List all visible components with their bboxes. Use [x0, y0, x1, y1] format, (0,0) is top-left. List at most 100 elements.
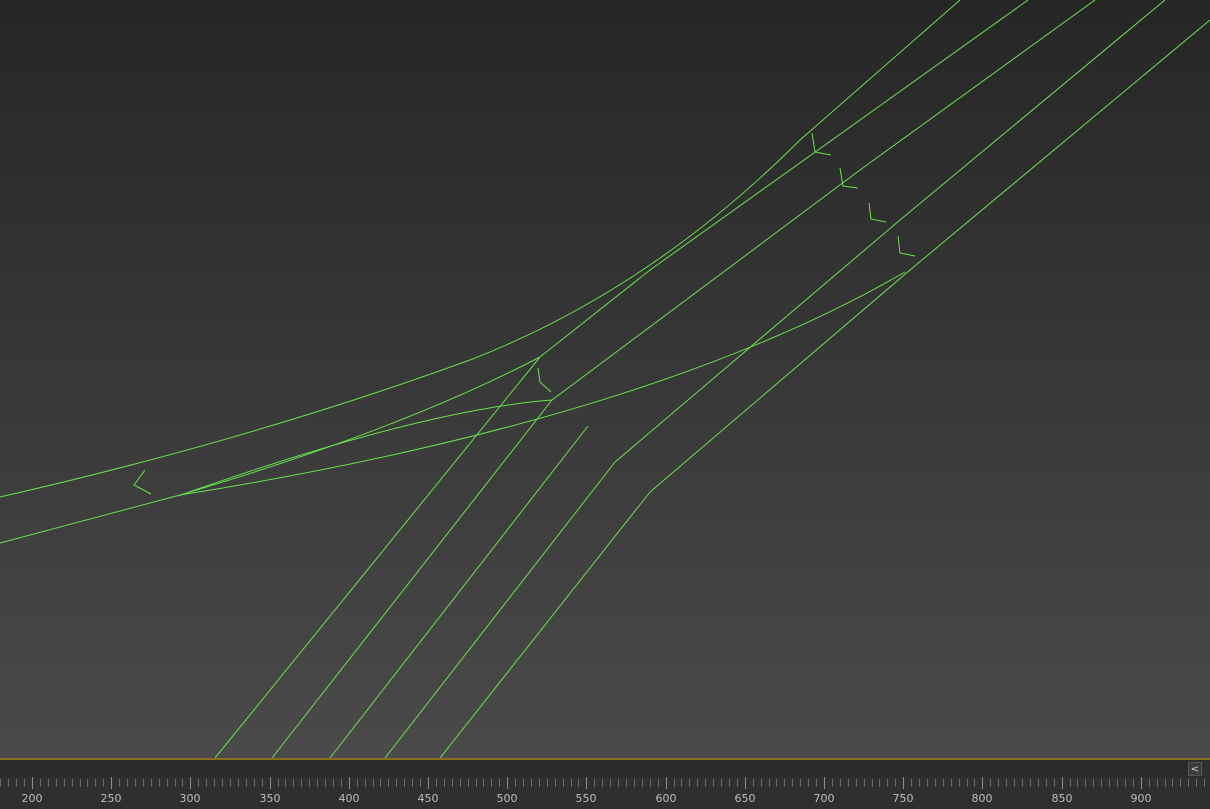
ruler-tick: [262, 779, 263, 787]
ruler-tick: [951, 779, 952, 787]
ruler-tick: [1006, 779, 1007, 787]
ruler-tick: [864, 779, 865, 787]
ruler-tick: [452, 779, 453, 787]
ruler-label: 650: [734, 792, 756, 805]
ruler-tick: [539, 779, 540, 787]
ruler-major-tick: [745, 777, 746, 789]
time-ruler[interactable]: 200 250 300 350 400 450 500 550 600 650 700 750 800 8…: [0, 777, 1210, 809]
ruler-label: 350: [259, 792, 281, 805]
direction-marker-icon: [897, 235, 916, 257]
spline-wireframe[interactable]: [0, 0, 1210, 758]
ruler-tick: [531, 779, 532, 787]
ruler-tick: [523, 779, 524, 787]
ruler-tick: [95, 779, 96, 787]
ruler-tick: [848, 779, 849, 787]
ruler-major-tick: [507, 777, 508, 789]
ruler-tick: [198, 779, 199, 787]
ruler-major-tick: [903, 777, 904, 789]
ruler-tick: [127, 779, 128, 787]
ruler-tick: [578, 779, 579, 787]
ruler-tick: [1172, 779, 1173, 787]
ruler-tick: [444, 779, 445, 787]
spline-lower-edge-1: [214, 356, 541, 758]
3d-viewport[interactable]: [0, 0, 1210, 758]
ruler-tick: [832, 779, 833, 787]
ruler-tick: [1180, 779, 1181, 787]
ruler-tick: [895, 779, 896, 787]
ruler-label: 900: [1130, 792, 1152, 805]
ruler-label: 800: [971, 792, 993, 805]
ruler-tick: [483, 779, 484, 787]
ruler-tick: [1014, 779, 1015, 787]
ruler-tick: [476, 779, 477, 787]
ruler-tick: [325, 779, 326, 787]
ruler-tick: [547, 779, 548, 787]
ruler-tick: [16, 779, 17, 787]
ruler-tick: [555, 779, 556, 787]
ruler-tick: [420, 779, 421, 787]
ruler-label: 300: [179, 792, 201, 805]
ruler-tick: [167, 779, 168, 787]
ruler-tick: [681, 779, 682, 787]
ruler-tick: [24, 779, 25, 787]
ruler-label: 450: [417, 792, 439, 805]
collapse-timeline-button[interactable]: <: [1188, 762, 1202, 776]
ruler-major-tick: [349, 777, 350, 789]
ruler-tick: [1149, 779, 1150, 787]
ruler-tick: [1093, 779, 1094, 787]
ruler-tick: [182, 779, 183, 787]
spline-road-edge-2: [0, 0, 1029, 544]
ruler-tick: [87, 779, 88, 787]
timeline-panel[interactable]: < 200 250 300 350 400 450 500 550 600 650 700 750 80…: [0, 760, 1210, 809]
ruler-tick: [674, 779, 675, 787]
ruler-tick: [808, 779, 809, 787]
ruler-label: 500: [496, 792, 518, 805]
direction-marker-icon: [133, 469, 152, 495]
ruler-tick: [935, 779, 936, 787]
ruler-major-tick: [1141, 777, 1142, 789]
ruler-tick: [650, 779, 651, 787]
ruler-tick: [1030, 779, 1031, 787]
ruler-tick: [254, 779, 255, 787]
ruler-tick: [175, 779, 176, 787]
ruler-tick: [285, 779, 286, 787]
ruler-tick: [879, 779, 880, 787]
ruler-tick: [1054, 779, 1055, 787]
ruler-major-tick: [1062, 777, 1063, 789]
spline-lower-edge-2: [271, 399, 553, 758]
ruler-tick: [753, 779, 754, 787]
ruler-tick: [1157, 779, 1158, 787]
ruler-tick: [1022, 779, 1023, 787]
ruler-tick: [872, 779, 873, 787]
ruler-tick: [998, 779, 999, 787]
ruler-tick: [56, 779, 57, 787]
ruler-tick: [1077, 779, 1078, 787]
ruler-tick: [642, 779, 643, 787]
ruler-tick: [1133, 779, 1134, 787]
ruler-tick: [238, 779, 239, 787]
ruler-tick: [713, 779, 714, 787]
ruler-label: 850: [1051, 792, 1073, 805]
spline-lower-edge-5: [439, 491, 651, 758]
ruler-tick: [333, 779, 334, 787]
timeline-track[interactable]: [0, 760, 1188, 777]
ruler-tick: [784, 779, 785, 787]
ruler-tick: [967, 779, 968, 787]
spline-lane-3: [177, 0, 1096, 497]
ruler-tick: [499, 779, 500, 787]
ruler-tick: [72, 779, 73, 787]
ruler-tick: [737, 779, 738, 787]
ruler-tick: [293, 779, 294, 787]
ruler-tick: [1188, 779, 1189, 787]
direction-marker-icon: [811, 132, 832, 156]
ruler-tick: [388, 779, 389, 787]
ruler-major-tick: [428, 777, 429, 789]
direction-marker-icon: [537, 367, 552, 393]
ruler-tick: [959, 779, 960, 787]
ruler-tick: [571, 779, 572, 787]
ruler-tick: [64, 779, 65, 787]
ruler-tick: [8, 779, 9, 787]
ruler-tick: [729, 779, 730, 787]
ruler-tick: [301, 779, 302, 787]
ruler-tick: [761, 779, 762, 787]
